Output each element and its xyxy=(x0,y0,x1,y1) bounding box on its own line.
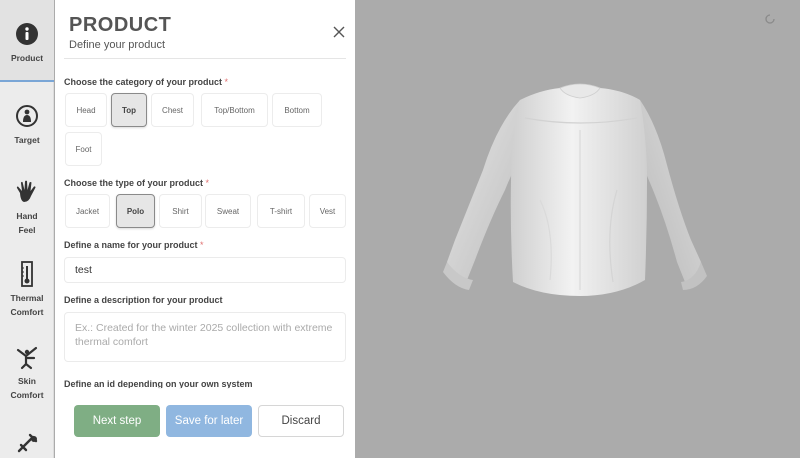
nav-label: Skin Comfort xyxy=(10,376,44,400)
product-panel: PRODUCT Define your product Choose the c… xyxy=(55,0,355,458)
info-icon xyxy=(13,20,41,48)
nav-label: Product xyxy=(10,53,44,63)
nav-item-tools[interactable] xyxy=(0,430,54,458)
next-step-button[interactable]: Next step xyxy=(74,405,160,437)
category-option-head[interactable]: Head xyxy=(65,93,107,127)
type-option-polo[interactable]: Polo xyxy=(116,194,155,228)
name-label: Define a name for your product * xyxy=(64,240,204,250)
skin-icon xyxy=(13,343,41,371)
close-icon[interactable] xyxy=(331,24,347,40)
header-divider xyxy=(64,58,346,59)
type-option-sweat[interactable]: Sweat xyxy=(205,194,251,228)
nav-label: Target xyxy=(14,135,40,145)
category-option-bottom[interactable]: Bottom xyxy=(272,93,322,127)
category-option-chest[interactable]: Chest xyxy=(151,93,194,127)
nav-item-hand-feel[interactable]: Hand Feel xyxy=(0,178,54,237)
description-label: Define a description for your product xyxy=(64,295,223,305)
discard-button[interactable]: Discard xyxy=(258,405,344,437)
category-option-top[interactable]: Top xyxy=(111,93,147,127)
type-label: Choose the type of your product * xyxy=(64,178,210,188)
nav-item-target[interactable]: Target xyxy=(0,102,54,147)
type-option-shirt[interactable]: Shirt xyxy=(159,194,202,228)
category-label: Choose the category of your product * xyxy=(64,77,229,87)
category-option-foot[interactable]: Foot xyxy=(65,132,102,166)
thermometer-icon xyxy=(13,260,41,288)
panel-title: PRODUCT xyxy=(69,14,172,36)
tools-icon xyxy=(13,430,41,458)
nav-label: Thermal Comfort xyxy=(10,293,44,317)
save-for-later-button[interactable]: Save for later xyxy=(166,405,252,437)
panel-subtitle: Define your product xyxy=(69,39,165,51)
product-name-input[interactable] xyxy=(64,257,346,283)
shirt-model xyxy=(443,83,707,296)
nav-item-thermal-comfort[interactable]: Thermal Comfort xyxy=(0,260,54,319)
type-option-vest[interactable]: Vest xyxy=(309,194,346,228)
type-option-t-shirt[interactable]: T-shirt xyxy=(257,194,305,228)
product-description-input[interactable] xyxy=(64,312,346,362)
nav-item-product[interactable]: Product xyxy=(0,0,54,82)
hand-icon xyxy=(13,178,41,206)
sidebar-nav: Product Target Hand Feel Thermal Comfort… xyxy=(0,0,54,458)
person-target-icon xyxy=(13,102,41,130)
nav-item-skin-comfort[interactable]: Skin Comfort xyxy=(0,343,54,402)
product-3d-viewer[interactable] xyxy=(355,0,800,458)
type-option-jacket[interactable]: Jacket xyxy=(65,194,110,228)
nav-label: Hand Feel xyxy=(16,211,38,235)
category-option-top-bottom[interactable]: Top/Bottom xyxy=(201,93,268,127)
